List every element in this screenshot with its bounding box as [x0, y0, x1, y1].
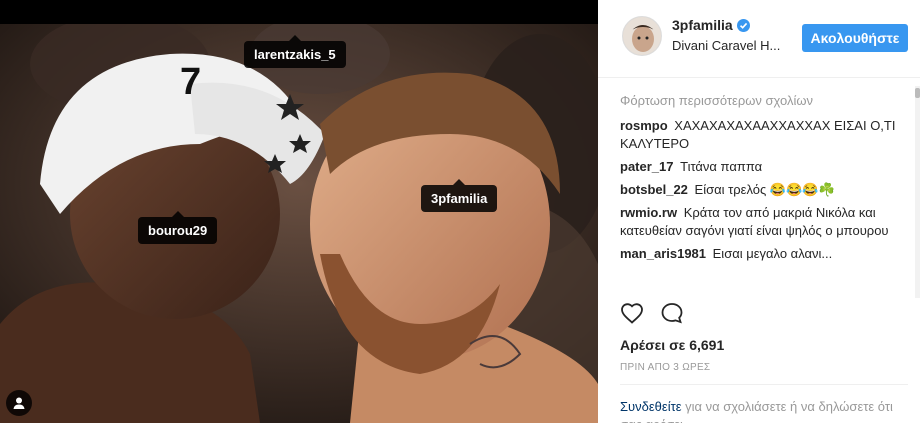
divider — [620, 384, 908, 385]
comment-text: Τιτάνα παππα — [680, 159, 763, 174]
username-row: 3pfamilia — [672, 17, 750, 33]
list-item: rwmio.rw Κράτα τον από μακριά Νικόλα και… — [620, 204, 906, 240]
photo-image: 7 — [0, 24, 598, 423]
comment-author[interactable]: pater_17 — [620, 159, 673, 174]
comment-text: Εισαι μεγαλο αλανι... — [712, 246, 833, 261]
comments-list: Φόρτωση περισσότερων σχολίων rosmpo ΧΑΧΑ… — [620, 93, 906, 268]
comments-scrollbar[interactable] — [915, 86, 920, 298]
post-actions — [620, 302, 684, 329]
list-item: man_aris1981 Εισαι μεγαλο αλανι... — [620, 245, 906, 263]
verified-badge-icon — [736, 18, 750, 32]
heart-icon[interactable] — [620, 302, 644, 329]
photo-tag-3pfamilia[interactable]: 3pfamilia — [421, 179, 498, 212]
photo-top-bar — [0, 0, 598, 24]
post-photo[interactable]: 7 larentzakis_5 bourou29 3pfamilia — [0, 0, 598, 423]
scrollbar-thumb[interactable] — [915, 88, 920, 98]
comment-author[interactable]: rosmpo — [620, 118, 668, 133]
comment-author[interactable]: man_aris1981 — [620, 246, 706, 261]
comment-bubble-icon[interactable] — [660, 302, 684, 329]
comment-author[interactable]: botsbel_22 — [620, 182, 688, 197]
username[interactable]: 3pfamilia — [672, 17, 733, 33]
post-header: 3pfamilia Divani Caravel H... Ακολουθήστ… — [598, 0, 920, 78]
cap-number: 7 — [180, 61, 201, 103]
likes-count[interactable]: Αρέσει σε 6,691 — [620, 337, 724, 353]
login-prompt: Συνδεθείτε για να σχολιάσετε ή να δηλώσε… — [620, 398, 910, 423]
list-item: botsbel_22 Είσαι τρελός 😂😂😂☘️ — [620, 181, 906, 199]
login-link[interactable]: Συνδεθείτε — [620, 399, 682, 414]
comment-text: Είσαι τρελός 😂😂😂☘️ — [694, 182, 835, 197]
load-more-comments-link[interactable]: Φόρτωση περισσότερων σχολίων — [620, 93, 906, 108]
list-item: rosmpo ΧΑΧΑΧΑΧΑΧΑΑΧΧΑΧΧΑΧ ΕΙΣΑΙ Ο,ΤΙ ΚΑΛ… — [620, 117, 906, 153]
person-icon[interactable] — [6, 390, 32, 416]
avatar[interactable] — [622, 16, 662, 56]
list-item: pater_17 Τιτάνα παππα — [620, 158, 906, 176]
photo-tag-bourou[interactable]: bourou29 — [138, 211, 218, 244]
photo-tag-larentzakis[interactable]: larentzakis_5 — [244, 35, 346, 68]
follow-button[interactable]: Ακολουθήστε — [802, 24, 908, 52]
location-link[interactable]: Divani Caravel H... — [672, 38, 780, 53]
post-timestamp[interactable]: ΠΡΙΝ ΑΠΟ 3 ΩΡΕΣ — [620, 362, 710, 373]
post-side-panel: 3pfamilia Divani Caravel H... Ακολουθήστ… — [598, 0, 920, 423]
comment-author[interactable]: rwmio.rw — [620, 205, 677, 220]
